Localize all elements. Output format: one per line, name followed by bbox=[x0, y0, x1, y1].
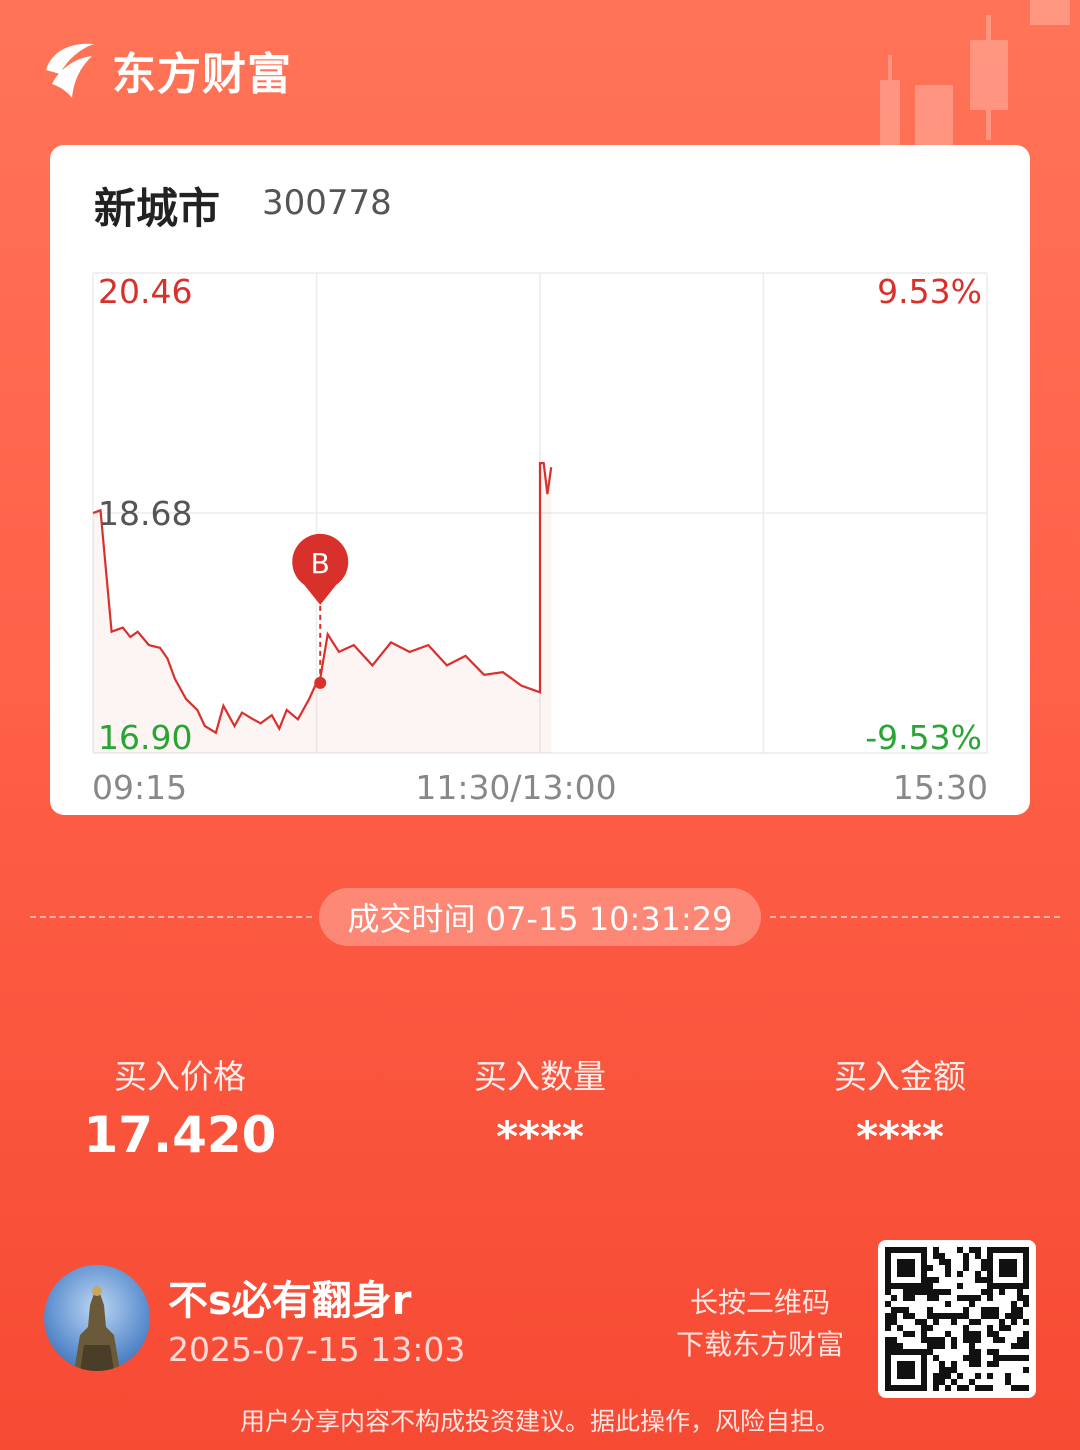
trade-time-pill: 成交时间 07-15 10:31:29 bbox=[319, 888, 761, 946]
y-mid-label: 18.68 bbox=[98, 494, 192, 533]
stat-value: **** bbox=[496, 1112, 584, 1161]
x-tick-close: 15:30 bbox=[893, 768, 988, 807]
qr-code-image bbox=[885, 1247, 1029, 1391]
qr-hint-line1: 长按二维码 bbox=[689, 1286, 830, 1319]
avatar[interactable] bbox=[44, 1265, 150, 1371]
candlestick-decoration bbox=[880, 0, 1070, 150]
stat-label: 买入价格 bbox=[114, 1057, 246, 1096]
stat-buy-price: 买入价格 17.420 bbox=[30, 1050, 330, 1164]
brand-mark-icon bbox=[46, 43, 94, 98]
share-timestamp: 2025-07-15 13:03 bbox=[168, 1330, 466, 1369]
brand-name: 东方财富 bbox=[112, 49, 292, 100]
qr-finder-1 bbox=[987, 1247, 1029, 1289]
x-tick-open: 09:15 bbox=[92, 768, 187, 807]
qr-hint-line2: 下载东方财富 bbox=[675, 1328, 844, 1361]
pct-min-label: -9.53% bbox=[865, 718, 982, 757]
buy-pin-label: B bbox=[311, 547, 330, 580]
pct-max-label: 9.53% bbox=[877, 272, 982, 311]
buy-point bbox=[314, 676, 327, 689]
qr-code[interactable] bbox=[878, 1240, 1036, 1398]
stat-buy-amount: 买入金额 **** bbox=[750, 1050, 1050, 1161]
stock-chart-card: 新城市 300778 B 20.46 18.68 16.90 9.53% -9.… bbox=[50, 145, 1030, 815]
stat-value: 17.420 bbox=[83, 1106, 277, 1164]
username: 不s必有翻身r bbox=[168, 1278, 412, 1324]
dash-left bbox=[30, 916, 312, 918]
stat-label: 买入数量 bbox=[474, 1057, 606, 1096]
trade-time-divider: 成交时间 07-15 10:31:29 bbox=[30, 888, 1060, 946]
stat-buy-quantity: 买入数量 **** bbox=[390, 1050, 690, 1161]
y-max-label: 20.46 bbox=[98, 272, 192, 311]
avatar-image bbox=[74, 1285, 120, 1371]
stat-label: 买入金额 bbox=[834, 1057, 966, 1096]
stat-value: **** bbox=[856, 1112, 944, 1161]
y-min-label: 16.90 bbox=[98, 718, 192, 757]
dash-right bbox=[770, 916, 1060, 918]
intraday-chart: B 20.46 18.68 16.90 9.53% -9.53% 09:15 1… bbox=[92, 272, 988, 807]
qr-finder-2 bbox=[885, 1349, 927, 1391]
brand-logo: 东方财富 bbox=[42, 38, 292, 102]
qr-hint: 长按二维码 下载东方财富 bbox=[660, 1282, 860, 1366]
x-tick-midday: 11:30/13:00 bbox=[415, 768, 616, 807]
disclaimer: 用户分享内容不构成投资建议。据此操作，风险自担。 bbox=[239, 1407, 840, 1436]
qr-finder-0 bbox=[885, 1247, 927, 1289]
